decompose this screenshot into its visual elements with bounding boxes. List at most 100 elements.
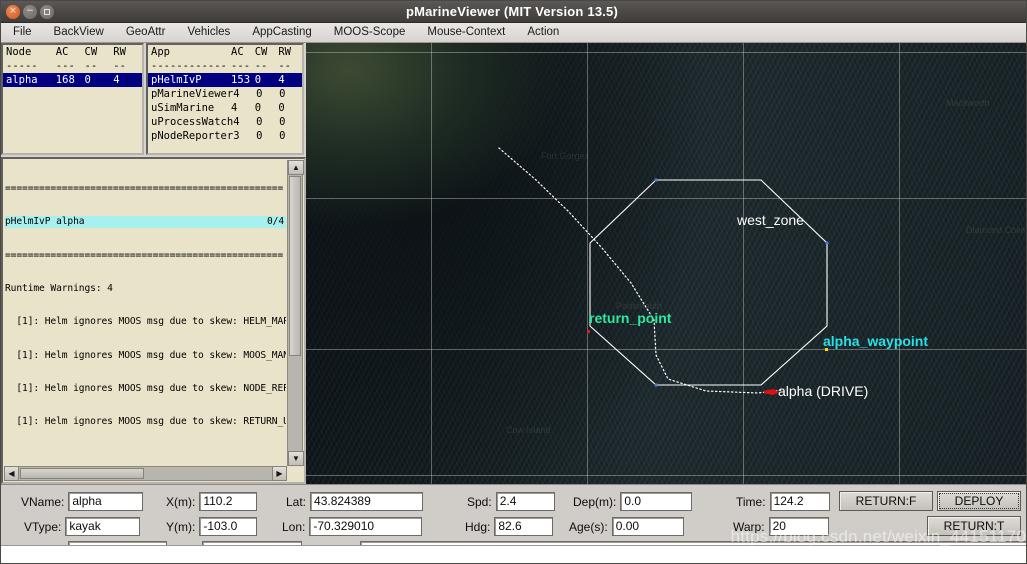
close-icon[interactable]: × <box>6 4 20 19</box>
app-row-name: pMarineViewer <box>151 88 234 100</box>
menu-item-moos-scope[interactable]: MOOS-Scope <box>323 23 417 42</box>
age-label: Age(s): <box>569 519 608 534</box>
menu-item-vehicles[interactable]: Vehicles <box>176 23 241 42</box>
dep-label: Dep(m): <box>573 494 617 509</box>
field-spd: Spd: 2.4 <box>467 492 555 511</box>
vtype-label: VType: <box>24 519 62 534</box>
console-header: pHelmIvP alpha 0/4 <box>5 216 286 228</box>
x-input[interactable]: 110.2 <box>199 492 258 511</box>
close-glyph: × <box>9 6 17 16</box>
menu-item-action[interactable]: Action <box>516 23 570 42</box>
y-input[interactable]: -103.0 <box>199 517 258 536</box>
table-row[interactable]: pMarineViewer 4 0 0 <box>148 87 302 101</box>
map-viewport[interactable]: Fort Gorges Portsmouth Cow Island Mackwo… <box>306 43 1026 484</box>
lat-label: Lat: <box>286 494 307 509</box>
window-title: pMarineViewer (MIT Version 13.5) <box>405 4 619 19</box>
field-time: Time: 124.2 <box>736 492 830 511</box>
app-row-rw: 0 <box>279 130 286 142</box>
minimize-icon[interactable]: − <box>23 4 37 19</box>
lon-label: Lon: <box>282 519 306 534</box>
menu-item-geoattr[interactable]: GeoAttr <box>115 23 177 42</box>
table-row[interactable]: uProcessWatch 4 0 0 <box>148 115 302 129</box>
app-row-name: pHelmIvP <box>151 74 202 86</box>
appcast-console[interactable]: ========================================… <box>1 157 306 484</box>
app-row-rw: 0 <box>279 88 286 100</box>
return-false-button[interactable]: RETURN:F <box>839 491 933 511</box>
control-panel: VName: alpha X(m): 110.2 Lat: 43.824389 … <box>1 484 1026 563</box>
dep-input[interactable]: 0.0 <box>620 492 693 511</box>
west-zone-polygon <box>589 179 828 386</box>
menu-item-file[interactable]: File <box>1 23 43 42</box>
node-col-ac: AC <box>55 46 69 58</box>
console-line: [1]: Helm ignores MOOS msg due to skew: … <box>16 382 286 394</box>
app-row-rw: 0 <box>278 102 285 114</box>
app-table[interactable]: App AC CW RW ------------ --- -- -- pHelmIvP 15… <box>146 43 304 155</box>
node-col-node: Node <box>6 46 32 58</box>
table-row[interactable]: pNodeReporter 3 0 0 <box>148 129 302 143</box>
watermark-text: https://blog.csdn.net/weixin_44151170 <box>730 527 1026 546</box>
console-rule-bottom: ========================================… <box>5 249 284 261</box>
app-col-app: App <box>151 46 170 58</box>
map-label-alpha-vehicle: alpha (DRIVE) <box>778 383 869 399</box>
app-row-cw: 0 <box>256 116 263 128</box>
field-dep: Dep(m): 0.0 <box>573 492 693 511</box>
minimize-glyph: − <box>26 6 34 16</box>
polygon-vertex-marker <box>825 241 829 245</box>
node-table[interactable]: Node AC CW RW ----- --- -- -- alpha 168 0 4 <box>1 43 144 155</box>
node-col-cw: CW <box>84 46 98 58</box>
menu-item-mouse-context[interactable]: Mouse-Context <box>416 23 516 42</box>
lon-input[interactable]: -70.329010 <box>309 517 423 536</box>
time-input[interactable]: 124.2 <box>769 492 830 511</box>
app-row-ac: 4 <box>231 102 238 114</box>
node-row-name: alpha <box>6 74 38 86</box>
hdg-input[interactable]: 82.6 <box>494 517 554 536</box>
node-table-header: Node AC CW RW <box>3 45 142 59</box>
title-bar: × − pMarineViewer (MIT Version 13.5) <box>1 1 1026 23</box>
app-rule-2: -- <box>254 60 268 72</box>
console-vscroll-thumb[interactable] <box>289 176 301 356</box>
node-table-rule: ----- --- -- -- <box>3 59 142 73</box>
table-row[interactable]: uSimMarine 4 0 0 <box>148 101 302 115</box>
console-horizontal-scrollbar[interactable]: ◀ ▶ <box>4 466 287 481</box>
spd-label: Spd: <box>467 494 492 509</box>
app-row-ac: 3 <box>233 130 240 142</box>
app-row-cw: 0 <box>256 88 263 100</box>
console-header-left: pHelmIvP alpha <box>5 216 85 228</box>
scroll-down-icon[interactable]: ▼ <box>288 451 304 466</box>
field-age: Age(s): 0.00 <box>569 517 684 536</box>
map-overlay-vectors <box>498 147 829 394</box>
map-label-return-point: return_point <box>589 310 672 326</box>
menu-item-appcasting[interactable]: AppCasting <box>241 23 322 42</box>
console-header-right: 0/4 <box>266 216 284 228</box>
scroll-up-icon[interactable]: ▲ <box>288 160 304 175</box>
app-row-cw: 0 <box>256 130 263 142</box>
app-table-rule: ------------ --- -- -- <box>148 59 302 73</box>
spd-input[interactable]: 2.4 <box>495 492 555 511</box>
node-rule-3: -- <box>113 60 126 72</box>
console-hscroll-thumb[interactable] <box>20 468 144 479</box>
console-line: [1]: Helm ignores MOOS msg due to skew: … <box>16 416 286 428</box>
age-input[interactable]: 0.00 <box>611 517 684 536</box>
console-line: [1]: Helm ignores MOOS msg due to skew: … <box>16 349 286 361</box>
app-col-rw: RW <box>278 46 292 58</box>
menu-item-backview[interactable]: BackView <box>43 23 115 42</box>
table-row[interactable]: pHelmIvP 153 0 4 <box>148 73 302 87</box>
app-row-rw: 0 <box>279 116 286 128</box>
scroll-left-icon[interactable]: ◀ <box>4 466 19 481</box>
deploy-button[interactable]: DEPLOY <box>937 491 1021 511</box>
maximize-icon[interactable] <box>40 4 54 19</box>
scroll-right-icon[interactable]: ▶ <box>272 466 287 481</box>
node-rule-2: -- <box>84 60 98 72</box>
left-column: Node AC CW RW ----- --- -- -- alpha 168 0 4 App AC… <box>1 43 306 484</box>
lat-input[interactable]: 43.824389 <box>310 492 424 511</box>
app-row-name: pNodeReporter <box>151 130 234 142</box>
vehicle-track-trail <box>498 147 783 394</box>
console-rule-top: ========================================… <box>5 183 284 195</box>
console-vertical-scrollbar[interactable]: ▲ ▼ <box>287 160 304 466</box>
vname-input[interactable]: alpha <box>68 492 144 511</box>
vtype-input[interactable]: kayak <box>65 517 141 536</box>
app-row-ac: 4 <box>233 88 240 100</box>
status-bar: https://blog.csdn.net/weixin_44151170 <box>1 527 1026 563</box>
table-row[interactable]: alpha 168 0 4 <box>3 73 142 87</box>
field-lon: Lon: -70.329010 <box>282 517 423 536</box>
